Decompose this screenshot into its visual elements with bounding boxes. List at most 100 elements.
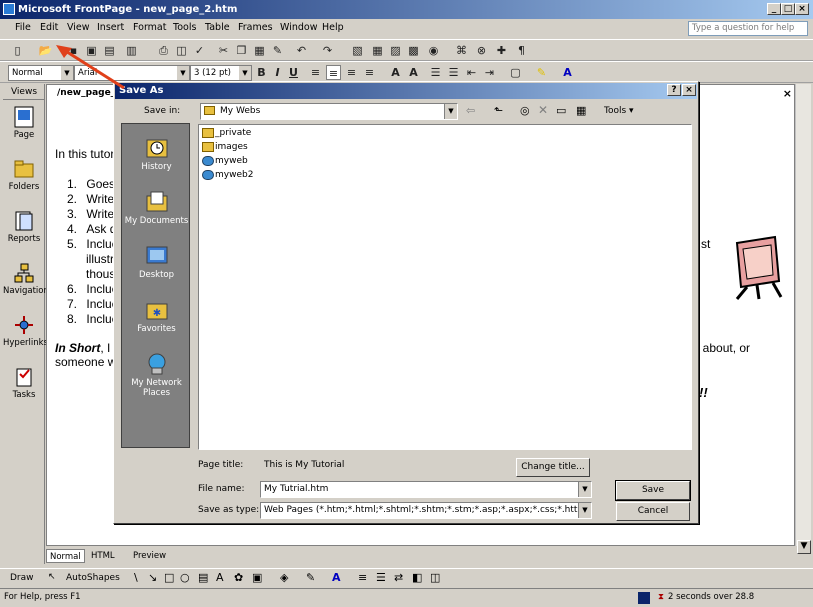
align-left-icon[interactable]: ≡ (308, 65, 323, 80)
views-menu-icon[interactable]: ▦ (576, 104, 586, 117)
close-document-icon[interactable]: × (783, 87, 792, 100)
font-color-icon[interactable]: A (332, 571, 341, 584)
highlight-icon[interactable]: ✎ (534, 65, 549, 80)
place-my-network-places[interactable]: My Network Places (122, 352, 191, 398)
menu-frames[interactable]: Frames (238, 22, 273, 33)
view-navigation[interactable]: Navigation (3, 262, 49, 296)
delete-icon[interactable]: ✕ (538, 103, 548, 117)
insert-picture-icon[interactable]: ▩ (406, 43, 421, 58)
format-painter-icon[interactable]: ✎ (270, 43, 285, 58)
menu-edit[interactable]: Edit (40, 22, 58, 33)
draw-menu[interactable]: Draw (10, 573, 34, 583)
menu-tools[interactable]: Tools (173, 22, 196, 33)
web-component-icon[interactable]: ▧ (350, 43, 365, 58)
line-style-icon[interactable]: ≡ (358, 571, 367, 584)
select-objects-icon[interactable]: ↖ (48, 572, 56, 582)
view-page[interactable]: Page (3, 106, 45, 140)
copy-icon[interactable]: ❐ (234, 43, 249, 58)
view-tasks[interactable]: Tasks (3, 366, 45, 400)
list-item[interactable]: myweb2 (202, 169, 253, 182)
menu-table[interactable]: Table (205, 22, 230, 33)
new-folder-icon[interactable]: ▭ (556, 104, 566, 117)
arrow-icon[interactable]: ↘ (148, 571, 157, 584)
place-history[interactable]: History (122, 136, 191, 172)
menu-window[interactable]: Window (280, 22, 317, 33)
drawing-icon[interactable]: ◉ (426, 43, 441, 58)
tab-normal[interactable]: Normal (46, 549, 85, 563)
dialog-close-button[interactable]: × (682, 84, 696, 96)
menu-insert[interactable]: Insert (97, 22, 124, 33)
close-button[interactable]: × (795, 3, 809, 15)
bold-icon[interactable]: B (254, 65, 269, 80)
font-color-icon[interactable]: A (560, 65, 575, 80)
spelling-icon[interactable]: ✓ (192, 43, 207, 58)
print-icon[interactable]: ⎙ (156, 43, 171, 58)
cancel-button[interactable]: Cancel (616, 502, 690, 521)
numbering-icon[interactable]: ☰ (428, 65, 443, 80)
stop-icon[interactable]: ✚ (494, 43, 509, 58)
search-web-icon[interactable]: ◎ (520, 104, 530, 117)
fill-color-icon[interactable]: ◈ (280, 571, 288, 584)
autoshapes-menu[interactable]: AutoShapes (66, 573, 120, 583)
paste-icon[interactable]: ▦ (252, 43, 267, 58)
view-reports[interactable]: Reports (3, 210, 45, 244)
italic-icon[interactable]: I (270, 65, 285, 80)
help-icon[interactable] (520, 43, 535, 58)
place-desktop[interactable]: Desktop (122, 244, 191, 280)
increase-font-icon[interactable]: A (388, 65, 403, 80)
list-item[interactable]: myweb (202, 155, 248, 168)
align-center-icon[interactable]: ≡ (326, 65, 341, 80)
bullets-icon[interactable]: ☰ (446, 65, 461, 80)
save-in-select[interactable]: My Webs ▼ (200, 103, 458, 120)
redo-icon[interactable]: ↷ (320, 43, 335, 58)
picture-icon[interactable]: ▣ (252, 571, 262, 584)
list-item[interactable]: _private (202, 127, 251, 140)
undo-icon[interactable]: ↶ (294, 43, 309, 58)
vertical-scrollbar[interactable]: ▼ (795, 84, 811, 554)
wordart-icon[interactable]: A (216, 571, 224, 584)
place-favorites[interactable]: ✱ Favorites (122, 298, 191, 334)
3d-icon[interactable]: ◫ (430, 571, 440, 584)
save-as-type-select[interactable]: Web Pages (*.htm;*.html;*.shtml;*.shtm;*… (260, 502, 592, 519)
new-page-icon[interactable]: ▯ (10, 43, 25, 58)
line-color-icon[interactable]: ✎ (306, 571, 315, 584)
dash-style-icon[interactable]: ☰ (376, 571, 386, 584)
maximize-button[interactable]: □ (781, 3, 795, 15)
align-right-icon[interactable]: ≡ (344, 65, 359, 80)
tools-menu[interactable]: Tools ▾ (604, 106, 634, 116)
decrease-font-icon[interactable]: A (406, 65, 421, 80)
dialog-help-button[interactable]: ? (667, 84, 681, 96)
underline-icon[interactable]: U (286, 65, 301, 80)
menu-help[interactable]: Help (322, 22, 344, 33)
borders-icon[interactable]: ▢ (508, 65, 523, 80)
increase-indent-icon[interactable]: ⇥ (482, 65, 497, 80)
view-folders[interactable]: Folders (3, 158, 45, 192)
shadow-icon[interactable]: ◧ (412, 571, 422, 584)
scroll-down-icon[interactable]: ▼ (797, 540, 811, 554)
justify-icon[interactable]: ≡ (362, 65, 377, 80)
tab-html[interactable]: HTML (88, 549, 118, 563)
change-title-button[interactable]: Change title... (516, 458, 590, 477)
tab-preview[interactable]: Preview (130, 549, 169, 563)
hyperlink-icon[interactable]: ⌘ (454, 43, 469, 58)
up-folder-icon[interactable]: ⬑ (494, 104, 503, 117)
arrow-style-icon[interactable]: ⇄ (394, 571, 403, 584)
help-question-box[interactable]: Type a question for help (688, 21, 808, 36)
font-size-select[interactable]: 3 (12 pt) ▼ (190, 65, 252, 81)
decrease-indent-icon[interactable]: ⇤ (464, 65, 479, 80)
preview-icon[interactable]: ◫ (174, 43, 189, 58)
file-name-input[interactable]: My Tutrial.htm ▼ (260, 481, 592, 498)
textbox-icon[interactable]: ▤ (198, 571, 208, 584)
rectangle-icon[interactable]: □ (164, 571, 174, 584)
insert-table-icon[interactable]: ▦ (370, 43, 385, 58)
menu-view[interactable]: View (67, 22, 90, 33)
place-my-documents[interactable]: My Documents (122, 190, 191, 226)
file-list[interactable]: _private images myweb myweb2 (198, 124, 692, 450)
insert-layer-icon[interactable]: ▨ (388, 43, 403, 58)
line-icon[interactable]: \ (134, 571, 138, 584)
back-icon[interactable]: ⇦ (466, 104, 475, 117)
list-item[interactable]: images (202, 141, 248, 154)
oval-icon[interactable]: ○ (180, 571, 190, 584)
minimize-button[interactable]: _ (767, 3, 781, 15)
view-hyperlinks[interactable]: Hyperlinks (3, 314, 48, 348)
